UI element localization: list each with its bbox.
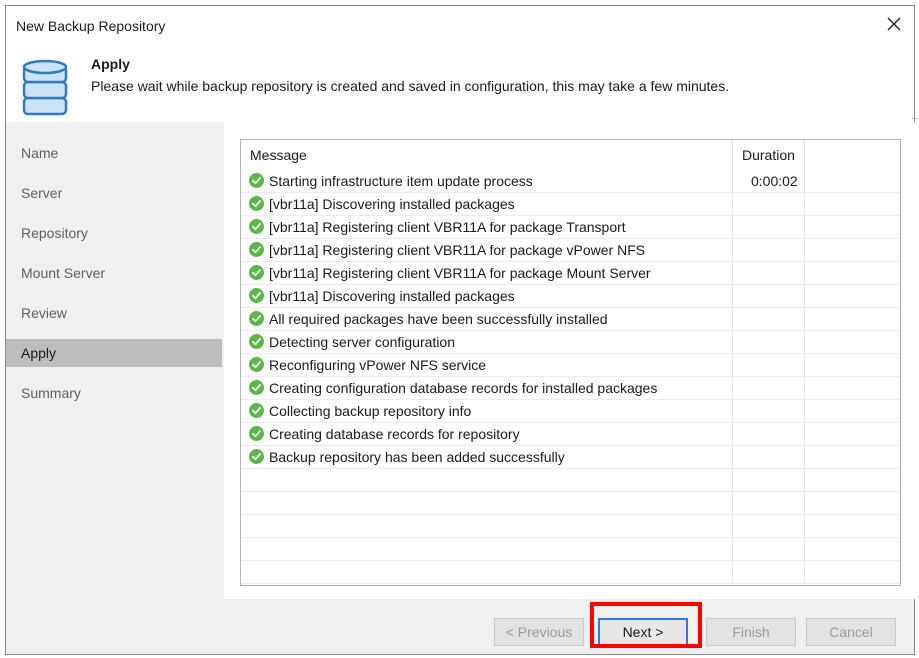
next-button-highlight	[590, 602, 702, 648]
success-check-icon	[249, 242, 264, 257]
log-message: [vbr11a] Discovering installed packages	[269, 196, 515, 212]
sidebar-item-label: Summary	[21, 385, 81, 401]
wizard-steps-sidebar: Name Server Repository Mount Server Revi…	[6, 122, 224, 599]
table-row[interactable]: [vbr11a] Registering client VBR11A for p…	[241, 262, 900, 285]
sidebar-item-mount-server[interactable]: Mount Server	[6, 259, 222, 287]
column-header-duration[interactable]: Duration	[742, 147, 795, 163]
table-row[interactable]	[241, 469, 900, 492]
step-title: Apply	[91, 56, 130, 72]
finish-button[interactable]: Finish	[706, 618, 796, 646]
success-check-icon	[249, 426, 264, 441]
table-row[interactable]: Detecting server configuration	[241, 331, 900, 354]
success-check-icon	[249, 219, 264, 234]
log-message: Creating database records for repository	[269, 426, 520, 442]
title-bar: New Backup Repository	[6, 6, 914, 42]
success-check-icon	[249, 196, 264, 211]
table-row[interactable]: [vbr11a] Registering client VBR11A for p…	[241, 216, 900, 239]
log-message: Collecting backup repository info	[269, 403, 472, 419]
wizard-window: New Backup Repository Apply Please wait …	[5, 5, 916, 655]
log-message: Reconfiguring vPower NFS service	[269, 357, 487, 373]
wizard-footer: < Previous Next > Finish Cancel	[6, 599, 914, 654]
sidebar-item-label: Apply	[21, 345, 57, 361]
sidebar-item-name[interactable]: Name	[6, 139, 222, 167]
table-row[interactable]: Backup repository has been added success…	[241, 446, 900, 469]
table-row[interactable]: Collecting backup repository info	[241, 400, 900, 423]
table-row[interactable]	[241, 561, 900, 584]
sidebar-item-server[interactable]: Server	[6, 179, 222, 207]
success-check-icon	[249, 311, 264, 326]
table-row[interactable]: All required packages have been successf…	[241, 308, 900, 331]
log-duration: 0:00:02	[751, 173, 798, 189]
window-title: New Backup Repository	[16, 18, 166, 34]
table-row[interactable]: Starting infrastructure item update proc…	[241, 170, 900, 193]
content-panel: Message Duration Starting infrastructure…	[224, 122, 916, 599]
table-row[interactable]: Reconfiguring vPower NFS service	[241, 354, 900, 377]
log-message: [vbr11a] Registering client VBR11A for p…	[269, 265, 651, 281]
table-row[interactable]	[241, 515, 900, 538]
sidebar-item-label: Repository	[21, 225, 88, 241]
log-message: [vbr11a] Discovering installed packages	[269, 288, 515, 304]
sidebar-item-label: Server	[21, 185, 63, 201]
window-edge-mark	[912, 118, 918, 127]
log-table[interactable]: Message Duration Starting infrastructure…	[240, 139, 901, 586]
success-check-icon	[249, 380, 264, 395]
previous-button[interactable]: < Previous	[494, 618, 584, 646]
success-check-icon	[249, 265, 264, 280]
cancel-button[interactable]: Cancel	[806, 618, 896, 646]
success-check-icon	[249, 449, 264, 464]
table-row[interactable]	[241, 492, 900, 515]
table-row[interactable]: Creating configuration database records …	[241, 377, 900, 400]
column-header-message[interactable]: Message	[250, 147, 307, 163]
log-message: Creating configuration database records …	[269, 380, 658, 396]
log-message: [vbr11a] Registering client VBR11A for p…	[269, 242, 646, 258]
table-row[interactable]: [vbr11a] Discovering installed packages	[241, 193, 900, 216]
step-description: Please wait while backup repository is c…	[91, 78, 730, 94]
database-icon	[20, 58, 70, 121]
step-header: Apply Please wait while backup repositor…	[6, 42, 914, 122]
close-icon[interactable]	[882, 12, 906, 36]
sidebar-item-review[interactable]: Review	[6, 299, 222, 327]
sidebar-item-label: Review	[21, 305, 67, 321]
success-check-icon	[249, 173, 264, 188]
log-message: Starting infrastructure item update proc…	[269, 173, 533, 189]
sidebar-item-summary[interactable]: Summary	[6, 379, 222, 407]
log-message: [vbr11a] Registering client VBR11A for p…	[269, 219, 626, 235]
success-check-icon	[249, 288, 264, 303]
sidebar-item-label: Mount Server	[21, 265, 106, 281]
success-check-icon	[249, 334, 264, 349]
success-check-icon	[249, 403, 264, 418]
success-check-icon	[249, 357, 264, 372]
log-message: Detecting server configuration	[269, 334, 455, 350]
table-row[interactable]	[241, 538, 900, 561]
table-row[interactable]: [vbr11a] Discovering installed packages	[241, 285, 900, 308]
sidebar-item-repository[interactable]: Repository	[6, 219, 222, 247]
table-row[interactable]: [vbr11a] Registering client VBR11A for p…	[241, 239, 900, 262]
sidebar-item-label: Name	[21, 145, 59, 161]
log-message: Backup repository has been added success…	[269, 449, 565, 465]
log-message: All required packages have been successf…	[269, 311, 608, 327]
table-row[interactable]: Creating database records for repository	[241, 423, 900, 446]
sidebar-item-apply[interactable]: Apply	[6, 339, 222, 367]
